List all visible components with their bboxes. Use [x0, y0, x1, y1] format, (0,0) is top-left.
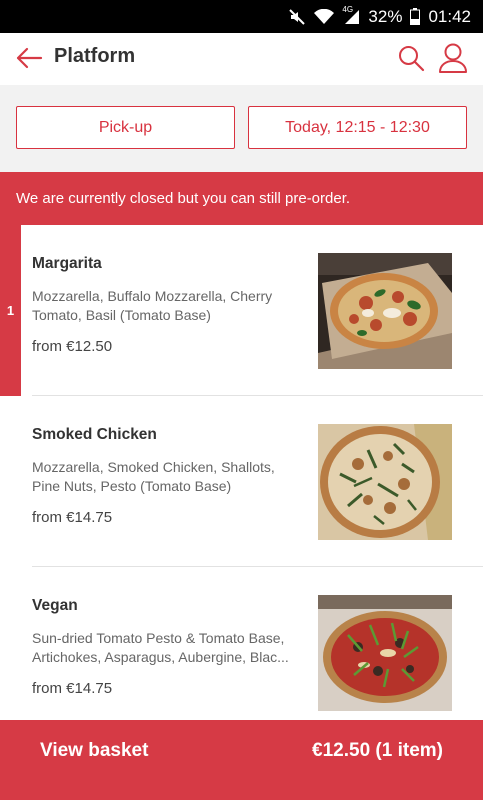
menu-list: 1 Margarita Mozzarella, Buffalo Mozzarel… [0, 225, 483, 720]
battery-percent: 32% [368, 6, 403, 26]
item-description: Sun-dried Tomato Pesto & Tomato Base, Ar… [32, 630, 289, 665]
search-icon [399, 46, 425, 72]
clock: 01:42 [428, 6, 471, 26]
network-type: 4G [342, 4, 354, 14]
closed-banner: We are currently closed but you can stil… [0, 172, 483, 225]
item-description: Mozzarella, Smoked Chicken, Shallots, Pi… [32, 459, 275, 494]
back-button[interactable] [14, 43, 44, 73]
item-name: Margarita [32, 255, 102, 272]
page-title: Platform [54, 45, 136, 67]
item-price: from €14.75 [32, 509, 113, 526]
margarita-pizza-image [318, 253, 452, 369]
item-name: Smoked Chicken [32, 426, 157, 443]
wifi-icon [314, 8, 335, 25]
mute-icon [288, 8, 306, 26]
menu-item-margarita[interactable]: 1 Margarita Mozzarella, Buffalo Mozzarel… [0, 225, 483, 396]
pickup-button[interactable]: Pick-up [16, 106, 235, 149]
quantity-count: 1 [6, 303, 15, 318]
app-bar: Platform [0, 33, 483, 85]
time-slot-button[interactable]: Today, 12:15 - 12:30 [248, 106, 467, 149]
battery-icon [410, 8, 421, 25]
view-basket-button[interactable]: View basket €12.50 (1 item) [0, 720, 483, 800]
search-button[interactable] [397, 44, 425, 72]
arrow-left-icon [16, 47, 43, 69]
item-price: from €14.75 [32, 680, 113, 697]
menu-item-vegan[interactable]: Vegan Sun-dried Tomato Pesto & Tomato Ba… [0, 567, 483, 720]
vegan-pizza-image [318, 595, 452, 711]
quantity-marker: 1 [0, 225, 21, 396]
signal-icon: 4G [342, 5, 360, 25]
order-options: Pick-up Today, 12:15 - 12:30 [0, 85, 483, 172]
basket-label: View basket [40, 740, 149, 761]
item-name: Vegan [32, 597, 78, 614]
closed-banner-text: We are currently closed but you can stil… [16, 190, 351, 207]
menu-item-smoked-chicken[interactable]: Smoked Chicken Mozzarella, Smoked Chicke… [0, 396, 483, 567]
item-description: Mozzarella, Buffalo Mozzarella, Cherry T… [32, 288, 273, 323]
basket-total: €12.50 (1 item) [312, 740, 443, 761]
status-bar: 4G 32% 01:42 [0, 0, 483, 33]
item-price: from €12.50 [32, 338, 113, 355]
user-icon [439, 43, 467, 73]
smoked-chicken-pizza-image [318, 424, 452, 540]
account-button[interactable] [438, 42, 468, 74]
